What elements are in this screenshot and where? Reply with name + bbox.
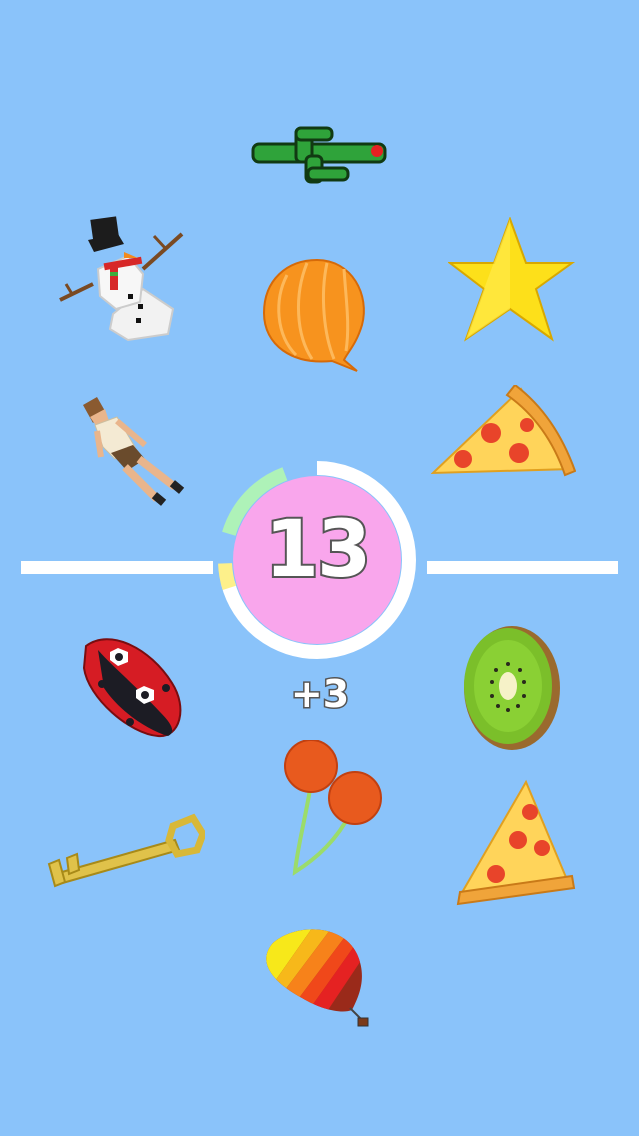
bonus-value: +3 <box>289 671 350 718</box>
pizza-slice-item[interactable] <box>431 385 576 480</box>
key-item[interactable] <box>45 812 205 897</box>
woman-item[interactable] <box>75 395 185 515</box>
snowman-item[interactable] <box>58 214 188 344</box>
cactus-item[interactable] <box>248 122 393 187</box>
score-value: 13 <box>263 503 374 597</box>
onion-item[interactable] <box>262 255 372 373</box>
kiwi-item[interactable] <box>458 624 562 752</box>
pizza-slice-item-2[interactable] <box>456 778 576 906</box>
cherries-item[interactable] <box>277 740 387 880</box>
left-divider-line <box>21 561 213 574</box>
ladybug-item[interactable] <box>80 628 185 743</box>
hot-air-balloon-item[interactable] <box>262 924 377 1029</box>
right-divider-line <box>427 561 618 574</box>
star-item[interactable] <box>448 217 576 345</box>
